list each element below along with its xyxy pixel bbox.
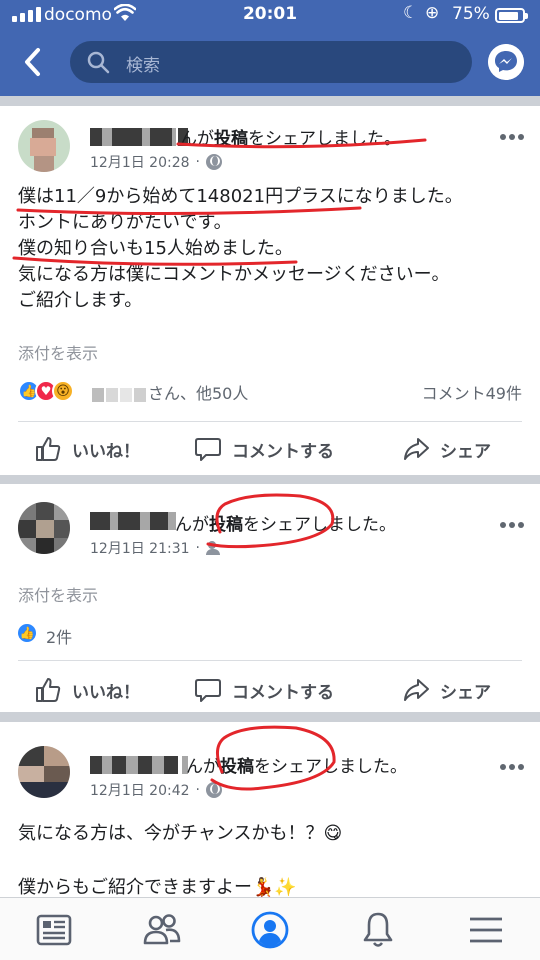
post-date[interactable]: 12月1日 21:31 <box>90 538 190 558</box>
top-bar: docomo 20:01 ☾ ⊕ 75% 検索 <box>0 0 540 96</box>
globe-icon <box>205 154 222 170</box>
reaction-count[interactable]: 2件 <box>46 624 72 648</box>
reaction-names[interactable]: さん、他50人 <box>92 380 248 404</box>
shared-post-link[interactable]: 投稿 <box>220 757 254 777</box>
post-meta: 12月1日 21:31 · <box>90 538 224 558</box>
menu-icon[interactable] <box>466 910 506 950</box>
friends-icon[interactable] <box>142 910 182 950</box>
like-button[interactable]: いいね！ <box>34 435 140 463</box>
avatar[interactable] <box>18 502 70 554</box>
view-attachment-link[interactable]: 添付を表示 <box>18 340 98 364</box>
comment-button[interactable]: コメントする <box>194 676 334 704</box>
shared-post-link[interactable]: 投稿 <box>214 129 248 149</box>
share-button[interactable]: シェア <box>402 676 491 704</box>
share-header: んが投稿をシェアしました。 <box>175 515 396 535</box>
comments-count[interactable]: コメント49件 <box>422 380 522 404</box>
post-meta: 12月1日 20:28 · <box>90 152 222 172</box>
reactions-summary[interactable]: 👍 ♥ 😮 <box>18 380 74 402</box>
post-date[interactable]: 12月1日 20:28 <box>90 152 190 172</box>
more-options-icon[interactable] <box>500 522 524 530</box>
search-input[interactable]: 検索 <box>70 41 472 83</box>
comment-icon <box>195 438 221 461</box>
news-feed-icon[interactable] <box>34 910 74 950</box>
messenger-icon[interactable] <box>488 44 524 80</box>
notifications-icon[interactable] <box>358 910 398 950</box>
status-bar: docomo 20:01 ☾ ⊕ 75% <box>0 0 540 30</box>
thumbs-up-icon <box>36 678 61 702</box>
avatar[interactable] <box>18 746 70 798</box>
post-card: んが投稿をシェアしました。 12月1日 20:42 · 気になる方は、今がチャン… <box>0 722 540 897</box>
post-body: 気になる方は、今がチャンスかも！？😋 僕からもご紹介できますよー💃✨ <box>18 823 343 897</box>
redacted-name <box>92 387 104 402</box>
share-icon <box>404 438 429 460</box>
shared-post-link[interactable]: 投稿 <box>209 515 243 535</box>
like-button[interactable]: いいね！ <box>34 676 140 704</box>
post-body: 僕は11／9から始めて148021円プラスになりました。 ホントにありがたいです… <box>18 186 463 311</box>
more-options-icon[interactable] <box>500 134 524 142</box>
battery-percent: 75% <box>452 4 490 24</box>
moon-icon: ☾ <box>403 3 419 23</box>
battery-icon <box>495 8 528 23</box>
comment-button[interactable]: コメントする <box>194 435 334 463</box>
reactions-summary[interactable]: 👍 <box>16 622 38 644</box>
divider <box>18 660 522 661</box>
post-date[interactable]: 12月1日 20:42 <box>90 780 190 800</box>
rotation-lock-icon: ⊕ <box>425 3 440 23</box>
avatar[interactable] <box>18 120 70 172</box>
search-placeholder: 検索 <box>126 56 160 76</box>
bottom-tab-bar <box>0 897 540 960</box>
comment-icon <box>195 679 221 702</box>
thumbs-up-icon <box>36 437 61 461</box>
profile-icon[interactable] <box>250 910 290 950</box>
share-header: んが投稿をシェアしました。 <box>186 757 407 777</box>
more-options-icon[interactable] <box>500 764 524 772</box>
share-button[interactable]: シェア <box>402 435 491 463</box>
share-header: んが投稿をシェアしました。 <box>180 129 401 149</box>
post-meta: 12月1日 20:42 · <box>90 780 222 800</box>
share-icon <box>404 679 429 701</box>
wow-reaction-icon: 😮 <box>52 380 74 402</box>
globe-icon <box>205 782 222 798</box>
like-reaction-icon: 👍 <box>16 622 38 644</box>
friends-icon <box>205 541 224 555</box>
post-card: んが投稿をシェアしました。 12月1日 20:28 · 僕は11／9から始めて1… <box>0 106 540 475</box>
post-card: んが投稿をシェアしました。 12月1日 21:31 · 添付を表示 👍 2件 い… <box>0 484 540 712</box>
divider <box>18 421 522 422</box>
view-attachment-link[interactable]: 添付を表示 <box>18 582 98 606</box>
search-icon <box>87 51 110 74</box>
back-arrow-icon[interactable] <box>18 44 50 80</box>
